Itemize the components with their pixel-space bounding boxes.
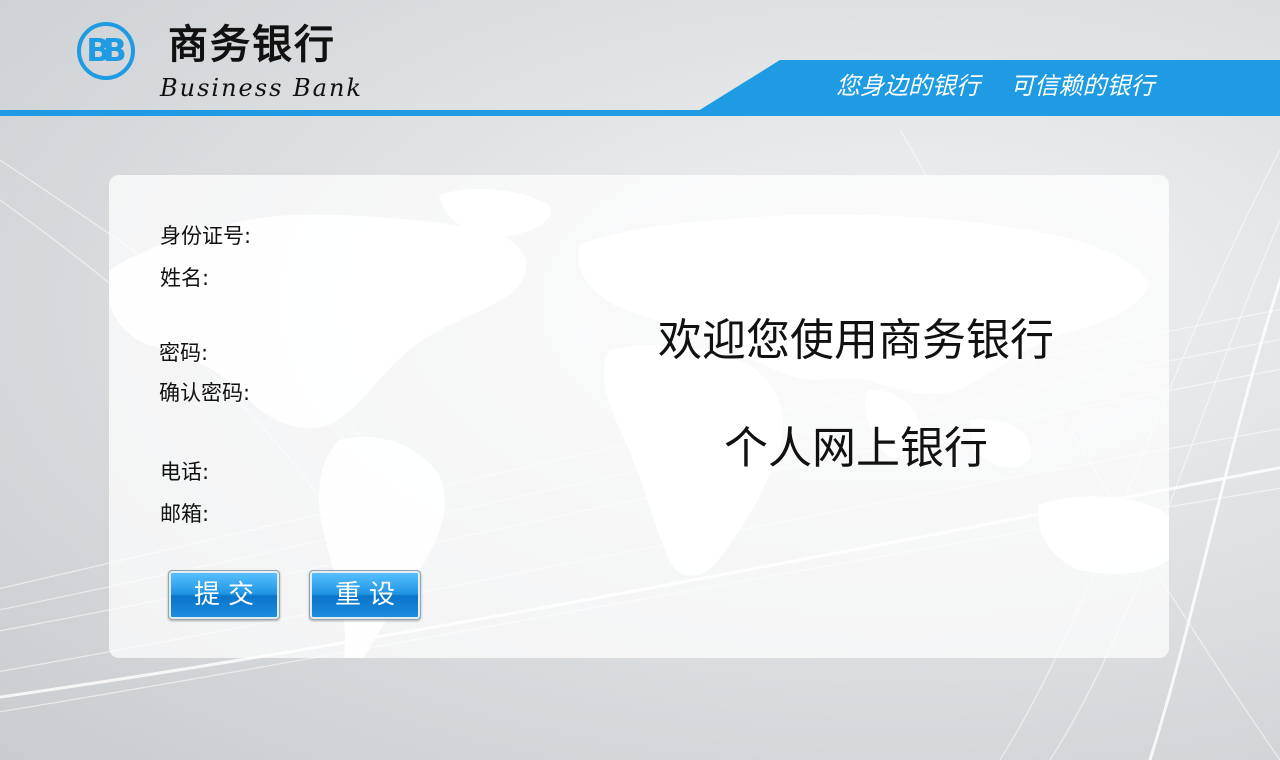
slogan-text: 您身边的银行 可信赖的银行 (836, 72, 1155, 100)
header: BB 商务银行 Business Bank 您身边的银行 可信赖的银行 (0, 0, 1280, 118)
brand-name-cn: 商务银行 (168, 22, 336, 68)
email-label: 邮箱: (160, 502, 210, 526)
bank-logo-icon: BB (77, 22, 135, 80)
submit-button[interactable]: 提交 (168, 570, 280, 620)
brand-name-en: Business Bank (160, 74, 363, 102)
phone-label: 电话: (160, 460, 210, 484)
welcome-subtitle: 个人网上银行 (724, 423, 988, 474)
welcome-title: 欢迎您使用商务银行 (658, 315, 1054, 366)
register-panel: 身份证号: 姓名: 密码: 确认密码: 电话: 邮箱: 欢迎您使用商务银行 个人… (109, 175, 1169, 658)
id-number-label: 身份证号: (160, 224, 252, 248)
password-label: 密码: (159, 341, 209, 365)
reset-button[interactable]: 重设 (309, 570, 421, 620)
name-label: 姓名: (160, 266, 210, 290)
logo-mark: BB (86, 33, 126, 69)
confirm-password-label: 确认密码: (159, 381, 251, 405)
